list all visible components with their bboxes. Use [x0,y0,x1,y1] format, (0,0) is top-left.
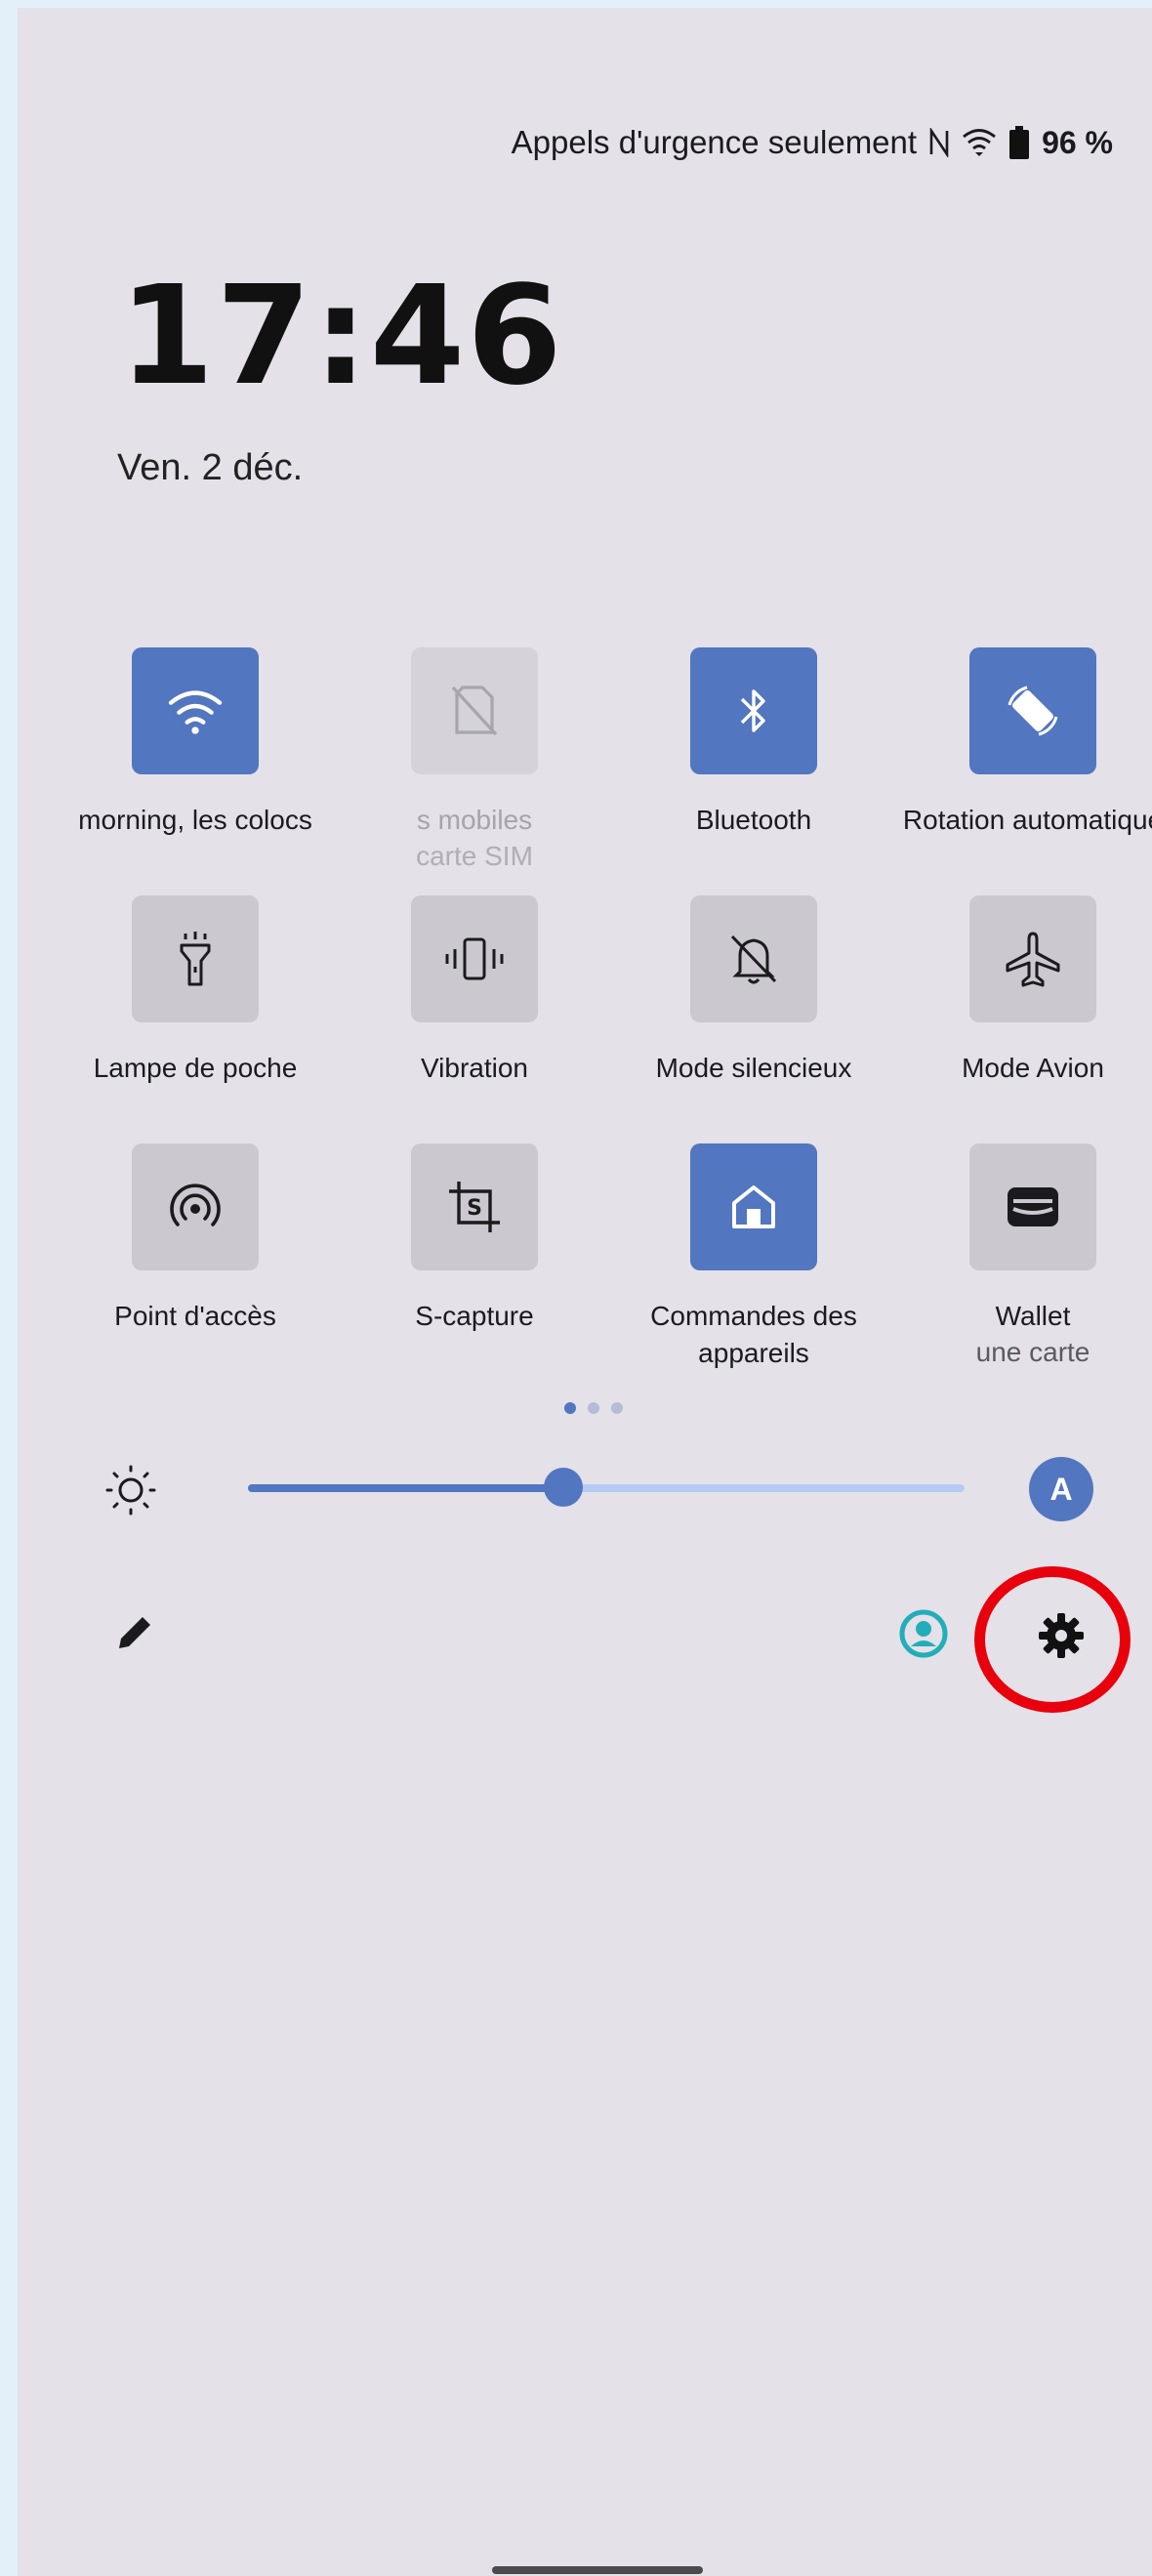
tile-mobile-data-sub: carte SIM [416,841,533,871]
tile-bluetooth-label: Bluetooth [695,805,812,835]
tile-screen-capture[interactable]: S S-capture [335,1143,614,1335]
auto-brightness-label: A [1049,1471,1073,1507]
tile-silent-mode-button[interactable] [690,895,817,1022]
tile-device-controls-button[interactable] [690,1143,817,1270]
tile-wifi[interactable]: morning, les colocs [56,647,335,839]
brightness-slider-thumb[interactable] [543,1468,583,1507]
silent-bell-icon [730,935,777,984]
tile-mobile-data-button[interactable] [411,647,538,774]
tile-hotspot-label: Point d'accès [114,1301,276,1331]
brightness-icon [105,1465,156,1516]
tile-vibration-label: Vibration [420,1053,528,1083]
tile-wallet-label: Wallet [995,1301,1071,1331]
page-dot [588,1402,599,1414]
tile-flashlight[interactable]: Lampe de poche [56,895,335,1087]
tile-silent-mode-label: Mode silencieux [655,1053,852,1083]
brightness-slider-fill [248,1484,563,1492]
tile-vibration[interactable]: Vibration [335,895,614,1087]
tile-flashlight-button[interactable] [132,895,259,1022]
tile-bluetooth-button[interactable] [690,647,817,774]
svg-text:S: S [467,1196,482,1221]
tile-device-controls-label: Commandes des appareils [650,1301,857,1368]
tile-wallet[interactable]: Wallet une carte [893,1143,1152,1370]
tile-device-controls[interactable]: Commandes des appareils [614,1143,893,1372]
tile-screen-capture-label: S-capture [415,1301,534,1331]
tile-wallet-button[interactable] [969,1143,1096,1270]
tile-auto-rotate-label: Rotation automatique [902,805,1152,835]
tile-silent-mode[interactable]: Mode silencieux [614,895,893,1087]
wifi-icon [962,128,997,157]
no-sim-icon [451,686,498,736]
status-bar: Appels d'urgence seulement 96 % [512,123,1113,162]
carrier-status-text: Appels d'urgence seulement [511,124,918,160]
auto-rotate-icon [1008,686,1058,736]
wallet-icon [1008,1187,1058,1226]
tile-auto-rotate-button[interactable] [969,647,1096,774]
settings-highlight-circle [974,1566,1131,1713]
wifi-icon [168,690,223,734]
auto-brightness-button[interactable]: A [1029,1457,1093,1521]
notification-shade: Appels d'urgence seulement 96 % 17:46 Ve… [18,8,1152,2576]
user-icon[interactable] [899,1609,948,1658]
tile-wallet-sub: une carte [975,1337,1090,1367]
hotspot-icon [170,1184,221,1226]
nfc-icon [928,128,950,157]
tile-hotspot[interactable]: Point d'accès [56,1143,335,1335]
tile-vibration-button[interactable] [411,895,538,1022]
tile-flashlight-label: Lampe de poche [93,1053,298,1083]
screen-capture-icon: S [449,1182,500,1232]
tile-mobile-data[interactable]: s mobiles carte SIM [335,647,614,874]
page-dot-active [564,1402,576,1414]
battery-percent: 96 % [1042,124,1113,160]
airplane-icon [1006,932,1060,987]
date: Ven. 2 déc. [117,447,304,488]
home-icon [732,1185,775,1228]
tile-mobile-data-label: s mobiles [416,805,533,835]
page-indicator [564,1402,623,1414]
tile-airplane-mode-button[interactable] [969,895,1096,1022]
gesture-nav-bar[interactable] [492,2566,703,2574]
pencil-icon[interactable] [111,1609,158,1656]
tile-auto-rotate[interactable]: Rotation automatique [893,647,1152,839]
tile-hotspot-button[interactable] [132,1143,259,1270]
tile-airplane-mode[interactable]: Mode Avion [893,895,1152,1087]
tile-wifi-label: morning, les colocs [78,805,312,835]
page-dot [611,1402,623,1414]
bluetooth-icon [740,689,765,732]
tile-screen-capture-button[interactable]: S [411,1143,538,1270]
vibrate-icon [445,937,504,980]
wifi-activity-arrows-icon [231,688,243,724]
battery-icon [1008,126,1030,159]
tile-airplane-mode-label: Mode Avion [962,1053,1104,1083]
tile-bluetooth[interactable]: Bluetooth [614,647,893,839]
flashlight-icon [180,932,211,986]
clock: 17:46 [119,257,564,416]
